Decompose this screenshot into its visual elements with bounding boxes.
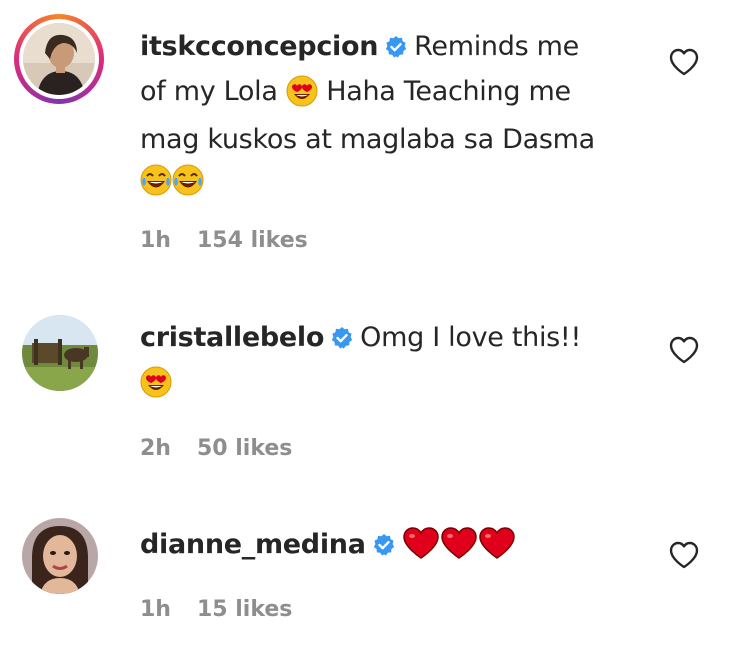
comment-time: 1h (140, 597, 171, 622)
red-heart-emoji-icon (478, 526, 516, 572)
heart-eyes-emoji-icon (286, 75, 318, 119)
comment-text: itskcconcepcion Reminds me of my Lola Hah… (140, 26, 645, 208)
verified-badge-icon (384, 30, 408, 71)
red-heart-emoji-icon (402, 526, 440, 572)
like-heart-icon[interactable] (668, 47, 700, 77)
comment-time: 1h (140, 228, 171, 253)
comment-line: Haha Teaching me (326, 76, 571, 107)
comment-meta: 2h 50 likes (140, 436, 318, 461)
comment-body: itskcconcepcion Reminds me of my Lola Hah… (140, 26, 645, 253)
verified-badge-icon (330, 321, 354, 362)
username-link[interactable]: cristallebelo (140, 322, 324, 353)
avatar[interactable] (14, 14, 104, 104)
likes-count[interactable]: 50 likes (197, 436, 292, 461)
laughing-tears-emoji-icon (172, 164, 204, 208)
verified-badge-icon (372, 528, 396, 569)
comment-line: Omg I love this!! (360, 322, 581, 353)
comment-body: dianne_medina 1h 15 likes (140, 524, 645, 622)
comment-item: itskcconcepcion Reminds me of my Lola Hah… (0, 0, 750, 300)
likes-count[interactable]: 154 likes (197, 228, 308, 253)
like-heart-icon[interactable] (668, 540, 700, 570)
heart-eyes-emoji-icon (140, 366, 172, 410)
comment-meta: 1h 154 likes (140, 228, 334, 253)
comment-line: of my Lola (140, 76, 278, 107)
avatar[interactable] (22, 518, 98, 594)
comment-text: cristallebelo Omg I love this!! (140, 317, 645, 410)
username-link[interactable]: itskcconcepcion (140, 31, 378, 62)
profile-photo-icon (22, 315, 98, 391)
comment-text: dianne_medina (140, 524, 645, 572)
comment-item: cristallebelo Omg I love this!! 2h 50 like… (0, 300, 750, 500)
laughing-tears-emoji-icon (140, 164, 172, 208)
like-heart-icon[interactable] (668, 335, 700, 365)
red-heart-emoji-icon (440, 526, 478, 572)
comment-line: Reminds me (414, 31, 579, 62)
comment-body: cristallebelo Omg I love this!! 2h 50 like… (140, 317, 645, 461)
comment-item: dianne_medina 1h 15 likes (0, 500, 750, 659)
profile-photo-icon (22, 518, 98, 594)
username-link[interactable]: dianne_medina (140, 529, 366, 560)
comment-line: mag kuskos at maglaba sa Dasma (140, 124, 595, 155)
comment-time: 2h (140, 436, 171, 461)
avatar[interactable] (22, 315, 98, 391)
comment-meta: 1h 15 likes (140, 597, 318, 622)
profile-photo-icon (23, 23, 95, 95)
likes-count[interactable]: 15 likes (197, 597, 292, 622)
